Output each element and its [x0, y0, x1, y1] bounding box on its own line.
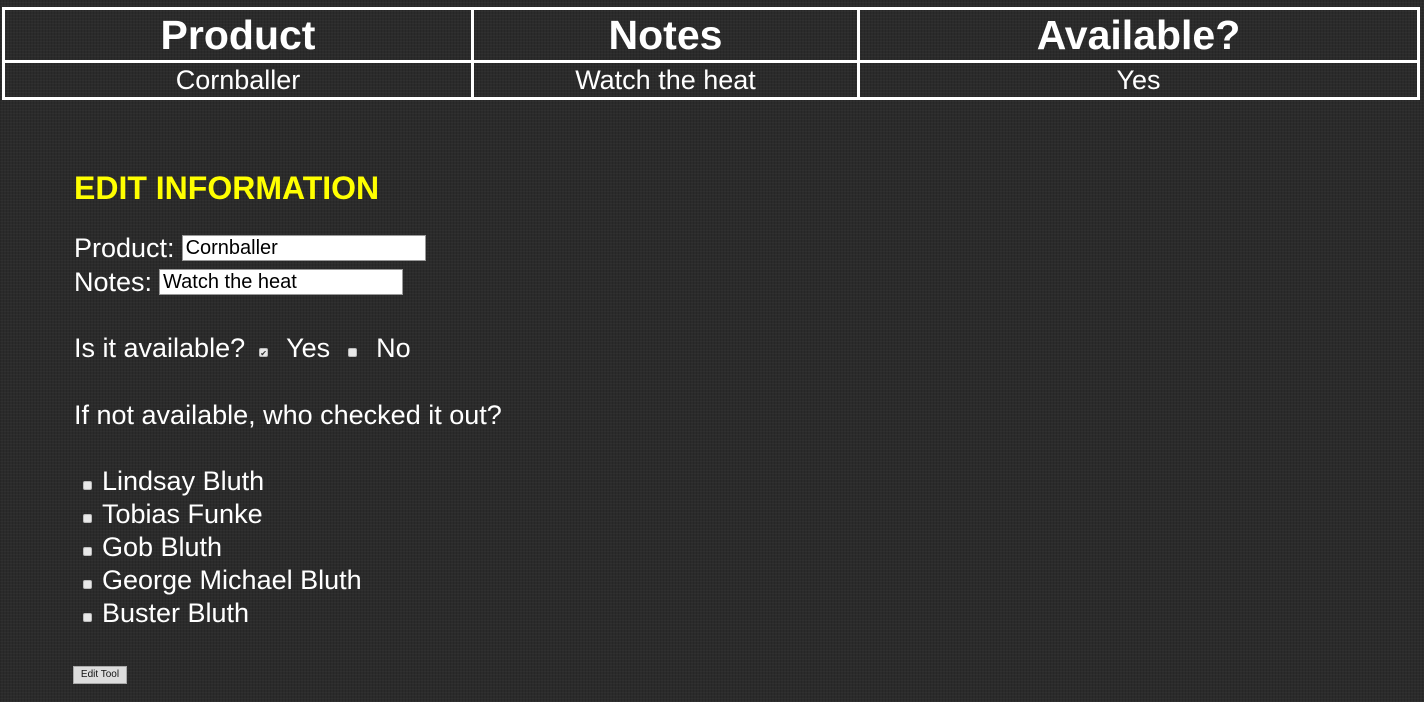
- notes-field-row: Notes:: [74, 265, 426, 299]
- products-table: Product Notes Available? Cornballer Watc…: [2, 7, 1420, 100]
- notes-input[interactable]: [159, 269, 404, 295]
- person-checkbox[interactable]: [83, 613, 92, 622]
- cell-notes: Watch the heat: [471, 60, 860, 100]
- product-input[interactable]: [181, 235, 426, 261]
- person-label: Lindsay Bluth: [102, 466, 265, 496]
- header-product: Product: [2, 7, 474, 63]
- cell-product: Cornballer: [2, 60, 474, 100]
- product-field-row: Product:: [74, 231, 426, 265]
- table-row: Cornballer Watch the heat Yes: [2, 60, 1420, 100]
- availability-question: Is it available?: [74, 333, 246, 363]
- list-item-person: Gob Bluth: [83, 531, 362, 564]
- person-checkbox[interactable]: [83, 514, 92, 523]
- table-header-row: Product Notes Available?: [2, 7, 1420, 63]
- edit-form: EDIT INFORMATION Product: Notes: Is it a…: [73, 168, 502, 684]
- list-item-person: George Michael Bluth: [83, 564, 362, 597]
- availability-row: Is it available? ✔ Yes No: [74, 331, 411, 365]
- edit-heading: EDIT INFORMATION: [74, 170, 380, 206]
- cell-available: Yes: [857, 60, 1420, 100]
- person-checkbox[interactable]: [83, 547, 92, 556]
- edit-tool-button[interactable]: Edit Tool: [73, 666, 127, 684]
- yes-checkbox[interactable]: ✔: [259, 347, 269, 358]
- person-label: Buster Bluth: [102, 598, 250, 628]
- list-item-person: Lindsay Bluth: [83, 465, 362, 498]
- header-available: Available?: [857, 7, 1420, 63]
- product-label: Product:: [74, 233, 175, 263]
- notes-label: Notes:: [74, 267, 153, 297]
- person-checkbox[interactable]: [83, 580, 92, 589]
- checkout-question: If not available, who checked it out?: [74, 400, 502, 430]
- person-label: George Michael Bluth: [102, 565, 362, 595]
- list-item-person: Tobias Funke: [83, 498, 362, 531]
- person-label: Tobias Funke: [102, 499, 263, 529]
- no-checkbox[interactable]: [348, 347, 358, 357]
- list-item-person: Buster Bluth: [83, 597, 362, 630]
- person-label: Gob Bluth: [102, 532, 223, 562]
- yes-label: Yes: [286, 333, 331, 363]
- no-label: No: [376, 333, 411, 363]
- people-list: Lindsay Bluth Tobias Funke Gob Bluth Geo…: [83, 465, 362, 630]
- header-notes: Notes: [471, 7, 860, 63]
- person-checkbox[interactable]: [83, 481, 92, 490]
